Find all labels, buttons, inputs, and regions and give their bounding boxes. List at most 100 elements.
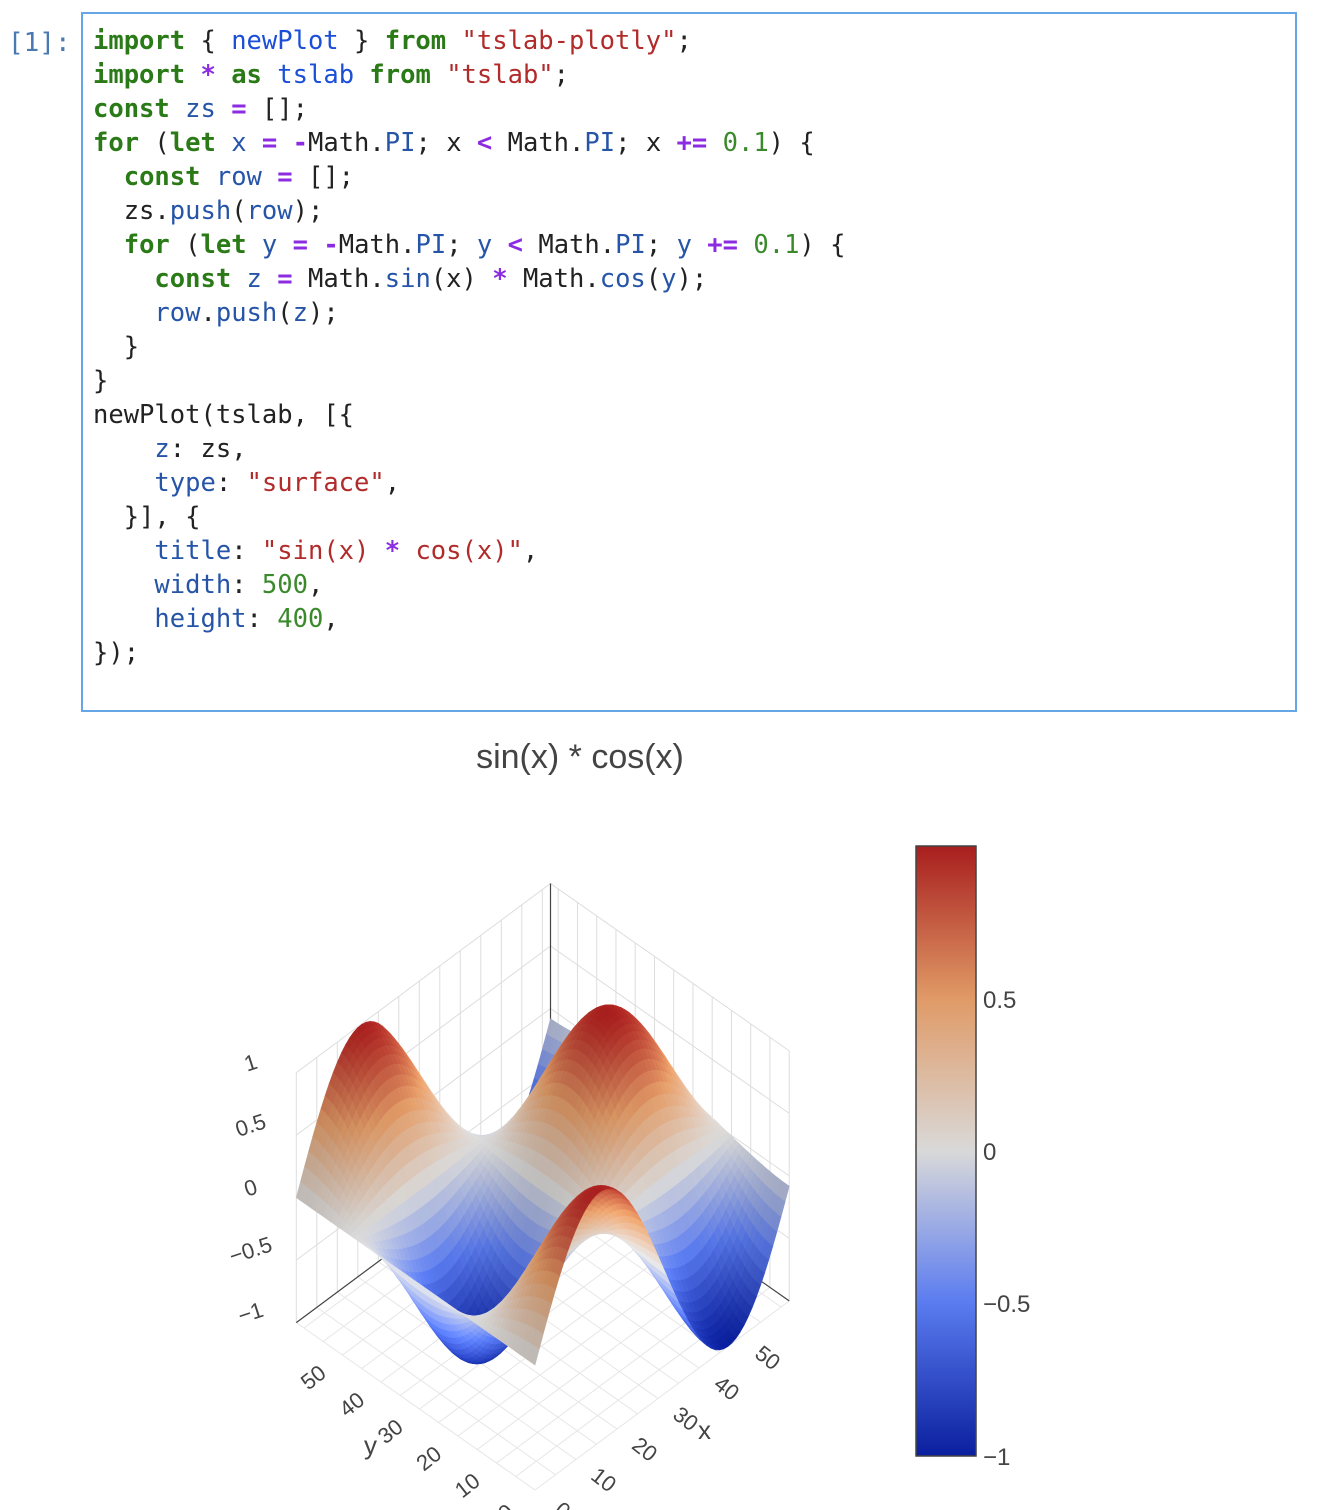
code-token: =: [277, 264, 293, 294]
colorbar-tick: 0: [983, 1139, 996, 1166]
code-token: ,: [384, 468, 401, 498]
code-token: *: [200, 60, 216, 90]
code-token: Math.: [492, 128, 585, 158]
code-token: Math.: [507, 264, 600, 294]
code-token: }], {: [93, 502, 201, 532]
code-token: width: [154, 570, 232, 600]
code-token: x: [231, 128, 247, 158]
code-token: push: [215, 298, 278, 328]
code-token: ,: [307, 570, 324, 600]
y-tick-label: 50: [296, 1360, 331, 1395]
code-token: =: [277, 162, 293, 192]
code-token: ;: [645, 230, 677, 260]
code-token: <: [507, 230, 523, 260]
code-token: *: [492, 264, 508, 294]
surface-plot[interactable]: 001010202030304040505010.50−0.5−1xy 0.5 …: [0, 780, 1330, 1510]
code-token: ,: [522, 536, 539, 566]
colorbar: 0.5 0 −0.5 −1: [915, 845, 1030, 1471]
code-token: );: [676, 264, 708, 294]
code-token: row: [215, 162, 262, 192]
code-token: ;: [676, 26, 692, 56]
code-token: {: [185, 26, 232, 56]
code-token: PI: [584, 128, 616, 158]
grid-line: [534, 1300, 790, 1491]
code-token: ;: [446, 230, 477, 260]
code-token: "tslab-plotly": [461, 26, 677, 56]
code-token: 500: [261, 570, 308, 600]
code-token: as: [231, 60, 262, 90]
code-token: newPlot(tslab, [{: [93, 400, 354, 430]
code-token: }: [93, 332, 140, 362]
x-tick-label: 10: [586, 1462, 621, 1497]
code-token: z: [292, 298, 308, 328]
code-token: [];: [292, 162, 355, 192]
code-token: push: [169, 196, 232, 226]
code-token: (: [645, 264, 662, 294]
code-token: =: [292, 230, 308, 260]
z-tick-label: 0.5: [232, 1109, 269, 1142]
code-token: [];: [246, 94, 308, 124]
code-token: Math.: [338, 230, 416, 260]
colorbar-tick: −0.5: [983, 1291, 1030, 1318]
code-token: :: [215, 468, 247, 498]
code-token: PI: [615, 230, 646, 260]
surface-mesh: [295, 1004, 790, 1366]
code-token: .: [200, 298, 216, 328]
code-token: sin: [384, 264, 431, 294]
y-tick-label: 40: [334, 1387, 369, 1422]
code-token: tslab: [277, 60, 355, 90]
code-token: (: [169, 230, 201, 260]
code-token: (: [139, 128, 170, 158]
code-token: ,: [323, 604, 339, 634]
code-token: zs.: [93, 196, 170, 226]
code-token: const: [123, 162, 201, 192]
code-token: PI: [384, 128, 416, 158]
code-token: (: [231, 196, 247, 226]
code-token: z: [246, 264, 262, 294]
code-token: );: [292, 196, 324, 226]
y-tick-label: 10: [450, 1468, 485, 1503]
code-token: }: [93, 366, 109, 396]
code-token: -: [323, 230, 339, 260]
code-token: Math.: [523, 230, 616, 260]
z-tick-label: −1: [235, 1297, 267, 1329]
code-token: newPlot: [231, 26, 339, 56]
code-token: :: [246, 604, 278, 634]
code-token: ) {: [768, 128, 815, 158]
code-token: from: [384, 26, 447, 56]
code-token: from: [369, 60, 431, 90]
code-token: cos(x)": [400, 536, 523, 566]
colorbar-scale: [915, 845, 977, 1457]
code-token: let: [200, 230, 247, 260]
colorbar-tick: −1: [983, 1444, 1010, 1471]
code-editor[interactable]: import { newPlot } from "tslab-plotly" ; …: [93, 24, 845, 670]
code-token: 0.1: [753, 230, 800, 260]
code-cell[interactable]: import { newPlot } from "tslab-plotly" ; …: [81, 12, 1297, 712]
colorbar-tick: 0.5: [983, 987, 1016, 1014]
code-token: (x): [430, 264, 493, 294]
code-token: "surface": [246, 468, 385, 498]
code-token: 400: [277, 604, 324, 634]
code-token: z: [154, 434, 170, 464]
code-token: 0.1: [722, 128, 769, 158]
z-tick-label: 0: [241, 1174, 260, 1202]
x-axis-title: x: [698, 1415, 711, 1445]
